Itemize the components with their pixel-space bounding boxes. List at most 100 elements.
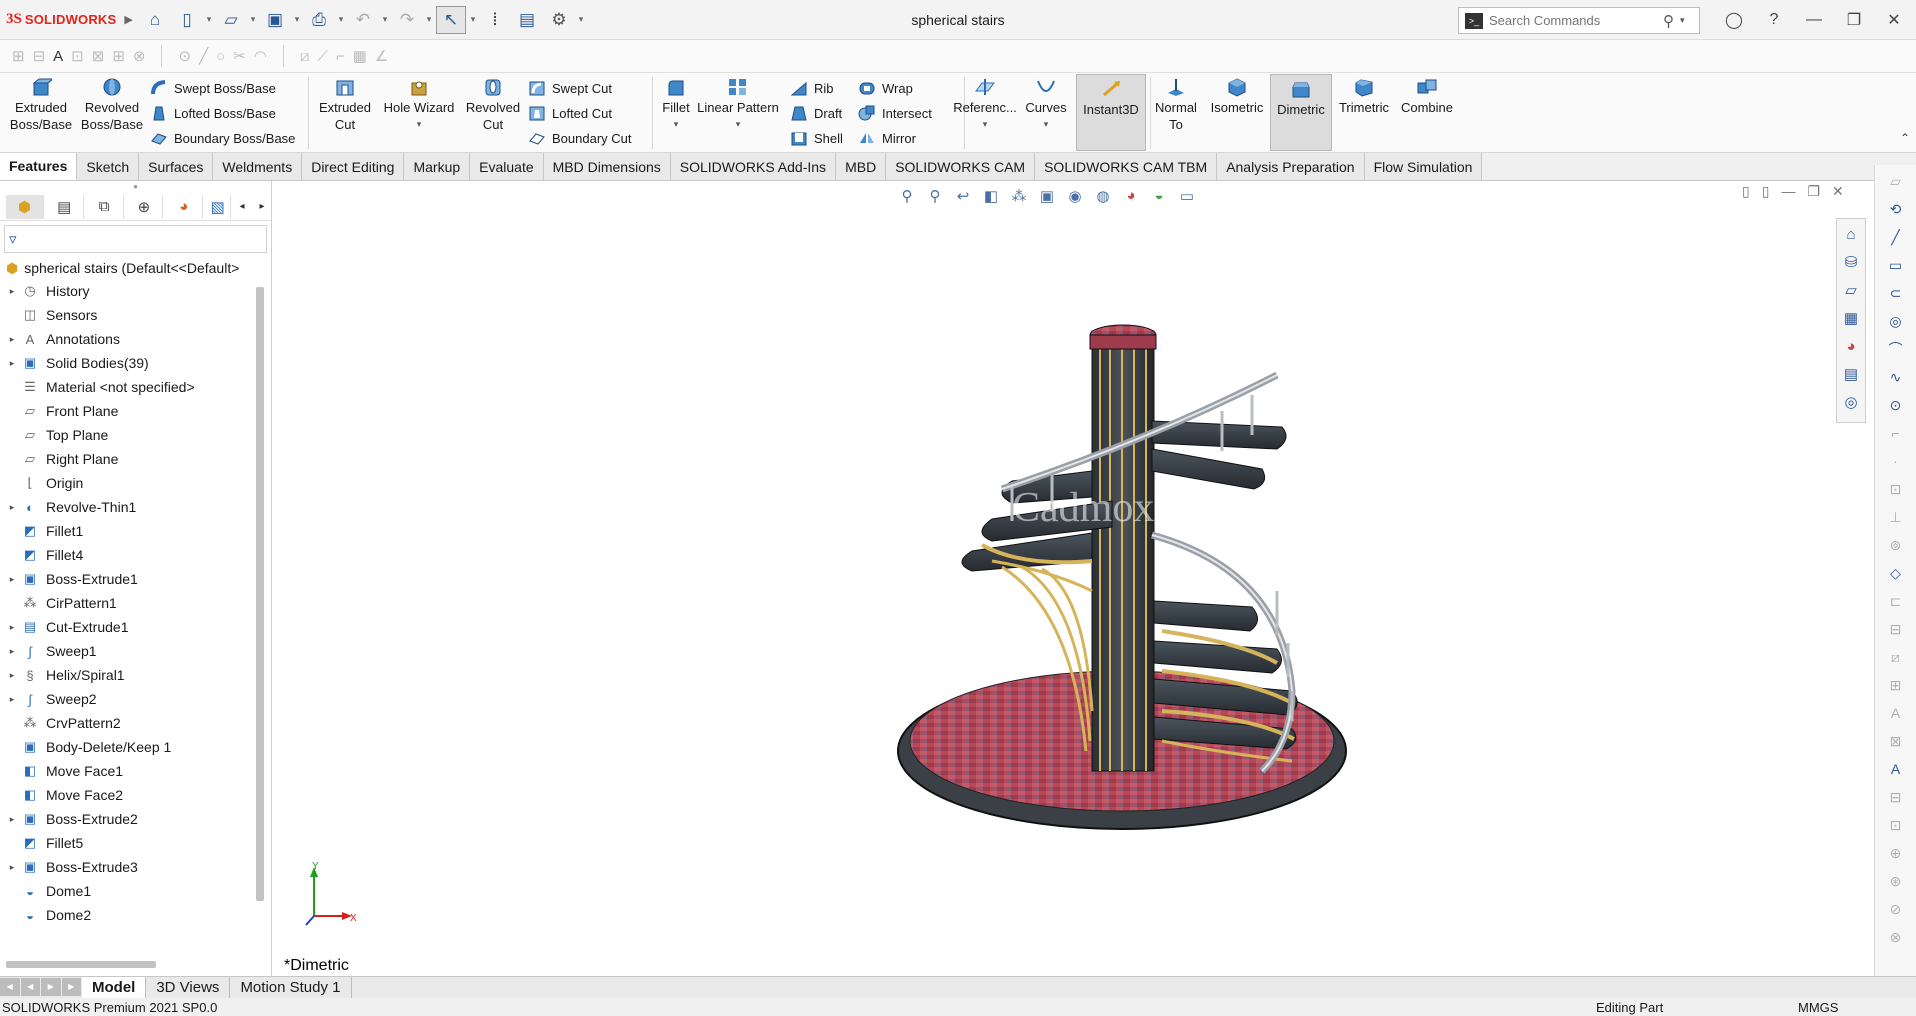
tree-item-material[interactable]: ☰ Material <not specified> [0,375,258,399]
tree-item-front-plane[interactable]: ▱ Front Plane [0,399,258,423]
expand-icon[interactable]: ▸ [4,574,20,585]
weld-symbol-icon[interactable]: ⊗ [133,47,146,65]
expand-icon[interactable]: ▸ [4,646,20,657]
edit-appearance-icon[interactable]: ◕ [1120,187,1142,205]
tree-item-fillet5[interactable]: ◩ Fillet5 [0,831,258,855]
chevron-down-icon[interactable]: ▾ [468,14,478,25]
chevron-down-icon[interactable]: ▾ [424,14,434,25]
home-icon[interactable]: ⌂ [140,5,170,35]
boundary-boss-button[interactable]: Boundary Boss/Base [150,127,295,149]
display-style-icon[interactable]: ◉ [1064,187,1086,205]
datum-icon[interactable]: ⊞ [112,47,125,65]
isometric-button[interactable]: Isometric [1206,73,1268,116]
display-relations-icon[interactable]: ⊟ [1881,785,1911,809]
collapse-ribbon-icon[interactable]: ⌃ [1900,131,1910,145]
tree-item-right-plane[interactable]: ▱ Right Plane [0,447,258,471]
reference-geometry-button[interactable]: Referenc... ▾ [950,73,1020,133]
lofted-cut-button[interactable]: Lofted Cut [528,102,612,124]
offset-icon[interactable]: ◠ [254,47,267,65]
tab-3d-views[interactable]: 3D Views [146,976,231,999]
circle-icon[interactable]: ○ [216,48,225,65]
tab-mbd-dimensions[interactable]: MBD Dimensions [543,153,671,180]
spiral-staircase-model[interactable]: Cadmox [822,271,1422,841]
chevron-down-icon[interactable]: ▾ [694,116,782,133]
linear-pattern-sketch-icon[interactable]: A [1881,701,1911,725]
graphics-area[interactable]: ⚲ ⚲ ↩ ◧ ⁂ ▣ ◉ ◍ ◕ ◒ ▭ ▯ ▯ — ❐ ✕ Cadmox Y… [272,181,1844,976]
line-tool-icon[interactable]: ╱ [1881,225,1911,249]
design-library-icon[interactable]: ⛁ [1840,251,1862,273]
revolved-boss-button[interactable]: Revolved Boss/Base [78,73,146,133]
text-tool-icon[interactable]: ⊥ [1881,505,1911,529]
linear-pattern-button[interactable]: Linear Pattern ▾ [694,73,782,133]
panel-grip-icon[interactable]: ● [0,181,271,193]
dimetric-button[interactable]: Dimetric [1270,74,1332,151]
tree-item-origin[interactable]: ⌊ Origin [0,471,258,495]
units-text[interactable]: MMGS [1798,1000,1838,1015]
plane-tool-icon[interactable]: ⊚ [1881,533,1911,557]
options-gear-icon[interactable]: ⚙ [544,5,574,35]
rib-button[interactable]: Rib [790,77,834,99]
construction-icon[interactable]: ⌐ [336,48,345,65]
shell-button[interactable]: Shell [790,127,843,149]
minimize-icon[interactable]: — [1796,6,1832,34]
convert-entities-icon[interactable]: ⊏ [1881,589,1911,613]
search-commands[interactable]: >_ ⚲ ▾ [1458,7,1700,34]
doc-close-icon[interactable]: ✕ [1832,183,1844,200]
tab-weldments[interactable]: Weldments [213,153,303,180]
scroll-last-icon[interactable]: ▶ [61,977,81,996]
scroll-next-icon[interactable]: ▶ [41,977,61,996]
configuration-manager-tab-icon[interactable]: ⧉ [86,194,124,219]
quick-snaps-icon[interactable]: ⊕ [1881,841,1911,865]
tab-markup[interactable]: Markup [404,153,471,180]
normal-to-button[interactable]: Normal To [1150,73,1202,133]
expand-icon[interactable]: ▸ [4,334,20,345]
scroll-first-icon[interactable]: ◀ [0,977,20,996]
balloon-icon[interactable]: ⊡ [71,47,84,65]
tile-icon[interactable]: ▯ [1742,183,1750,200]
boundary-cut-button[interactable]: Boundary Cut [528,127,632,149]
appearances-icon[interactable]: ◕ [1840,335,1862,357]
point-icon[interactable]: ⊙ [178,47,191,65]
move-entities-icon[interactable]: ⊠ [1881,729,1911,753]
solidworks-forum-icon[interactable]: ◎ [1840,391,1862,413]
doc-minimize-icon[interactable]: — [1781,183,1795,200]
angle-icon[interactable]: ∠ [375,47,388,65]
spline-tool-icon[interactable]: ∿ [1881,365,1911,389]
sketch-icon[interactable]: ▱ [1881,169,1911,193]
help-icon[interactable]: ? [1756,6,1792,34]
feature-tree-tab-icon[interactable]: ⬢ [6,194,44,219]
tree-item-cirpattern1[interactable]: ⁂ CirPattern1 [0,591,258,615]
tab-flow-simulation[interactable]: Flow Simulation [1364,153,1483,180]
select-arrow-icon[interactable]: ↖ [436,5,466,34]
view-orientation-icon[interactable]: ▣ [1036,187,1058,205]
revolved-cut-button[interactable]: Revolved Cut [462,73,524,133]
chevron-down-icon[interactable]: ▾ [576,14,586,25]
zoom-to-area-icon[interactable]: ⚲ [924,187,946,205]
draft-button[interactable]: Draft [790,102,842,124]
cascade-icon[interactable]: ▯ [1762,183,1770,200]
user-account-icon[interactable]: ◯ [1716,6,1752,34]
hole-wizard-button[interactable]: Hole Wizard ▾ [380,73,458,133]
curves-button[interactable]: Curves ▾ [1020,73,1072,133]
tab-surfaces[interactable]: Surfaces [139,153,214,180]
tab-evaluate[interactable]: Evaluate [470,153,544,180]
centerline-icon[interactable]: ⟋ [317,48,328,65]
mirror-entities-icon[interactable]: ⊞ [1881,673,1911,697]
ellipse-tool-icon[interactable]: ⊙ [1881,393,1911,417]
close-icon[interactable]: ✕ [1876,6,1912,34]
extruded-cut-button[interactable]: Extruded Cut [314,73,376,133]
tab-features[interactable]: Features [0,153,78,180]
expand-icon[interactable]: ▸ [4,622,20,633]
file-explorer-icon[interactable]: ▱ [1840,279,1862,301]
tree-item-dome1[interactable]: ◒ Dome1 [0,879,258,903]
tree-vertical-scrollbar[interactable] [256,287,264,901]
mirror-button[interactable]: Mirror [858,127,916,149]
swept-cut-button[interactable]: Swept Cut [528,77,612,99]
tree-item-boss-extrude3[interactable]: ▸ ▣ Boss-Extrude3 [0,855,258,879]
tab-direct-editing[interactable]: Direct Editing [302,153,405,180]
tree-item-revolve-thin1[interactable]: ▸ ◐ Revolve-Thin1 [0,495,258,519]
3d-sketch-icon[interactable]: ◇ [1881,561,1911,585]
tree-item-fillet1[interactable]: ◩ Fillet1 [0,519,258,543]
tab-motion-study-1[interactable]: Motion Study 1 [230,976,352,999]
tree-item-move-face2[interactable]: ◧ Move Face2 [0,783,258,807]
